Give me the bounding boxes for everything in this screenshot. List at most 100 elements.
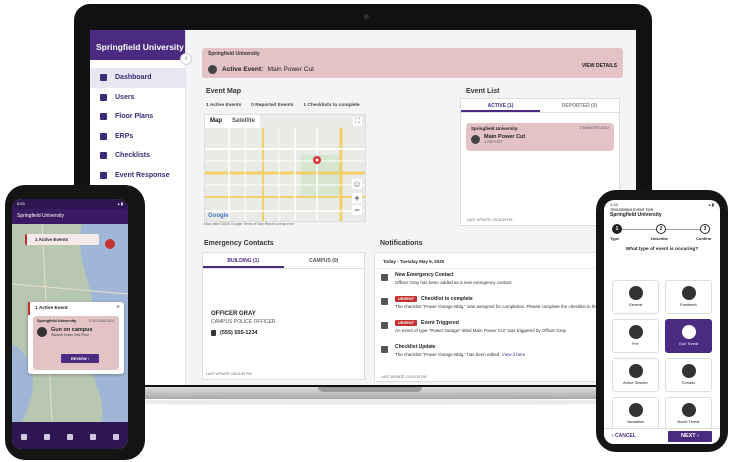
status-time: 1:23	[610, 202, 618, 207]
emergency-contacts-title: Emergency Contacts	[204, 240, 274, 247]
tile-general[interactable]: General	[612, 280, 659, 314]
alert-icon[interactable]	[66, 433, 73, 440]
checklist-icon	[100, 152, 107, 160]
event-card-report-count: 1 REPORT	[484, 140, 503, 144]
list-item[interactable]: URGENT Event Triggered An event of type "…	[375, 317, 633, 341]
zoom-out-button[interactable]: −	[352, 205, 362, 215]
tile-bomb-threat[interactable]: Bomb Threat	[665, 397, 712, 431]
map-tab-satellite[interactable]: Satellite	[227, 115, 260, 128]
tab-reported[interactable]: REPORTED (0)	[540, 99, 619, 112]
device-mockup-scene: Springfield University Dashboard Users F…	[0, 0, 741, 462]
notification-body: The checklist "Power Outage Bldg." has b…	[395, 352, 501, 357]
pandemic-icon	[681, 286, 696, 300]
tile-gun-threat[interactable]: Gun Threat	[665, 319, 712, 353]
tile-vandalism[interactable]: Vandalism	[612, 397, 659, 431]
tornado-icon	[681, 364, 696, 378]
laptop-screen: Springfield University Dashboard Users F…	[90, 30, 636, 385]
tile-tornado[interactable]: Tornado	[665, 358, 712, 392]
close-icon[interactable]: ×	[116, 304, 120, 311]
step-3: 3	[700, 224, 710, 234]
view-it-here-link[interactable]: View it here	[502, 352, 525, 357]
tile-label: Gun Threat	[678, 342, 699, 346]
notification-title: Checklist Update	[395, 344, 436, 350]
sidebar-item-erps[interactable]: ERPs	[90, 127, 185, 147]
cancel-button[interactable]: ‹ CANCEL	[612, 433, 636, 439]
tab-active[interactable]: ACTIVE (1)	[461, 99, 540, 112]
tile-label: Tornado	[681, 381, 696, 385]
sidebar-org-name: Springfield University	[90, 30, 185, 60]
event-card[interactable]: Springfield University 2 MINUTES AGO Mai…	[466, 123, 614, 151]
review-button[interactable]: REVIEW ›	[61, 354, 99, 363]
bottom-nav	[12, 422, 128, 449]
notifications-title: Notifications	[380, 240, 423, 247]
step-3-label: Confirm	[696, 236, 712, 241]
sidebar-item-checklists[interactable]: Checklists	[90, 146, 185, 166]
status-bar: 1:23 ▴ ▮	[604, 200, 720, 208]
tile-fire[interactable]: Fire	[612, 319, 659, 353]
event-map[interactable]: Map Satellite ⛶ ☺ + − Google	[204, 114, 366, 222]
contact-phone[interactable]: (555) 555-1234	[220, 330, 258, 336]
phone-right-screen: 1:23 ▴ ▮ TRIGGERING EVENT FOR Springfield…	[604, 200, 720, 444]
general-icon	[628, 286, 643, 300]
tile-active-shooter[interactable]: Active Shooter	[612, 358, 659, 392]
notification-title: Checklist to complete	[421, 296, 473, 302]
event-type-question: What type of event is occuring?	[625, 247, 699, 252]
tile-pandemic[interactable]: Pandemic	[665, 280, 712, 314]
home-icon[interactable]	[20, 433, 27, 440]
popup-time: 5 SECONDS AGO	[88, 319, 115, 323]
notifications-date: Today - Tuesday May 5, 2020	[375, 253, 633, 269]
sidebar-collapse-button[interactable]: ‹	[180, 53, 192, 65]
tile-label: Pandemic	[680, 303, 697, 307]
popup-header: 1 Active Event	[28, 302, 124, 315]
tab-building[interactable]: BUILDING (1)	[203, 253, 284, 268]
tile-label: Active Shooter	[623, 381, 648, 385]
floor-plan-icon[interactable]	[43, 433, 50, 440]
wizard-org: Springfield University	[610, 212, 662, 218]
popup-event-card[interactable]: Springfield University 5 SECONDS AGO Gun…	[33, 316, 119, 370]
active-event-banner: Springfield University Active Event: Mai…	[202, 48, 623, 78]
urgent-badge: URGENT	[395, 320, 418, 326]
map-tab-map[interactable]: Map	[205, 115, 227, 128]
view-details-link[interactable]: VIEW DETAILS	[582, 63, 617, 69]
stat-reported-events: 0 Reported Events	[251, 103, 294, 108]
list-item[interactable]: Checklist Update The checklist "Power Ou…	[375, 341, 633, 365]
step-2-label: Describe	[651, 236, 668, 241]
checkbox-icon	[381, 298, 388, 305]
sidebar-item-event-response[interactable]: Event Response	[90, 166, 185, 186]
event-list-title: Event List	[466, 88, 500, 95]
user-icon[interactable]	[113, 433, 120, 440]
document-icon	[100, 132, 107, 140]
step-2: 2	[656, 224, 666, 234]
popup-event-location: Student Union 2nd Floor	[51, 333, 89, 337]
tab-campus[interactable]: CAMPUS (0)	[284, 253, 365, 268]
map-marker-icon	[105, 239, 115, 249]
zoom-in-button[interactable]: +	[352, 193, 362, 203]
banner-event-label: Active Event:	[222, 65, 264, 73]
list-item[interactable]: URGENT Checklist to complete The checklis…	[375, 293, 633, 317]
list-item[interactable]: New Emergency Contact Officer Gray has b…	[375, 269, 633, 293]
gun-icon	[681, 325, 696, 339]
sidebar-item-label: Floor Plans	[115, 113, 154, 121]
sidebar-item-label: Event Response	[115, 171, 170, 179]
stat-checklists: 1 Checklists to complete	[303, 103, 360, 108]
notification-body: The checklist "Power Outage Bldg." was a…	[395, 304, 623, 309]
contact-name: OFFICER GRAY	[211, 311, 256, 317]
laptop-shadow	[60, 399, 680, 405]
fire-icon	[628, 325, 643, 339]
person-icon[interactable]: ☺	[352, 179, 362, 189]
trigger-icon	[381, 322, 388, 329]
map-attribution[interactable]: Map data ©2020 Google Terms of Use Repor…	[204, 222, 364, 226]
sidebar-item-label: ERPs	[115, 132, 134, 140]
step-1: 1	[612, 224, 622, 234]
next-button[interactable]: NEXT ›	[668, 431, 712, 442]
active-events-chip[interactable]: 1 Active Events	[25, 234, 99, 245]
event-type-grid: General Pandemic Fire Gun Threat Active …	[612, 280, 712, 431]
contacts-last-update: LAST UPDATE: 03:03:30 PM	[206, 372, 252, 376]
sidebar-item-floor-plans[interactable]: Floor Plans	[90, 107, 185, 127]
sidebar-item-dashboard[interactable]: Dashboard	[90, 68, 185, 88]
checklist-icon[interactable]	[90, 433, 97, 440]
gun-icon	[37, 327, 47, 337]
sidebar-item-users[interactable]: Users	[90, 88, 185, 108]
alert-icon	[100, 171, 107, 179]
fullscreen-icon[interactable]: ⛶	[353, 117, 362, 126]
